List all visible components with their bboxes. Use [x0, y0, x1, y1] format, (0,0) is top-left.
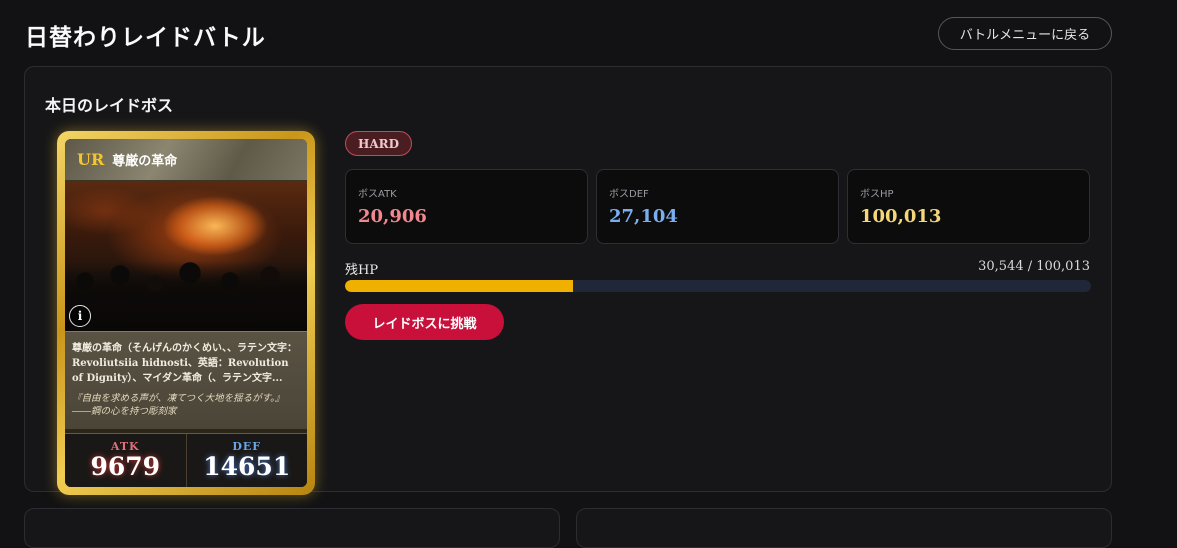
challenge-raid-boss-button[interactable]: レイドボスに挑戦: [345, 304, 504, 340]
boss-atk-value: 20,906: [358, 206, 427, 227]
card-stats: ATK 9679 DEF 14651: [65, 433, 307, 487]
boss-def-label: ボスDEF: [609, 189, 649, 200]
card-atk-stat: ATK 9679: [65, 434, 186, 487]
lower-panel-left: [24, 508, 560, 548]
boss-hp-value: 100,013: [860, 206, 942, 227]
boss-atk-label: ボスATK: [358, 189, 397, 200]
page-title: 日替わりレイドバトル: [25, 24, 266, 51]
card-name: 尊厳の革命: [112, 154, 178, 169]
remaining-hp-value: 30,544 / 100,013: [978, 259, 1090, 274]
card-artwork-crowd: [65, 261, 307, 331]
card-artwork: i: [65, 181, 307, 331]
lower-panel-right: [576, 508, 1112, 548]
hp-bar-fill: [345, 280, 573, 292]
section-title: 本日のレイドボス: [45, 96, 174, 115]
card-def-stat: DEF 14651: [185, 434, 308, 487]
card-flavor-text: 『自由を求める声が、凍てつく大地を揺るがす。』――鋼の心を持つ彫刻家: [72, 393, 285, 417]
back-to-battle-menu-button[interactable]: バトルメニューに戻る: [938, 17, 1112, 50]
boss-card[interactable]: UR 尊厳の革命 i 尊厳の革命（そんげんのかくめい、、ラテン文字：Revoli…: [57, 131, 315, 495]
card-header: UR 尊厳の革命: [65, 139, 307, 181]
hp-bar: [345, 280, 1091, 292]
boss-def-box: ボスDEF 27,104: [596, 169, 839, 244]
remaining-hp-label: 残HP: [345, 263, 379, 278]
card-description: 尊厳の革命（そんげんのかくめい、、ラテン文字：Revoliutsiia hidn…: [72, 343, 297, 384]
boss-hp-label: ボスHP: [860, 189, 894, 200]
card-def-value: 14651: [203, 452, 291, 481]
raid-boss-panel: 本日のレイドボス UR 尊厳の革命 i 尊厳の革命（そんげんのかくめい、、ラテン…: [24, 66, 1112, 495]
difficulty-badge: HARD: [345, 131, 413, 156]
boss-atk-box: ボスATK 20,906: [345, 169, 588, 244]
card-atk-value: 9679: [90, 452, 161, 481]
card-inner: UR 尊厳の革命 i 尊厳の革命（そんげんのかくめい、、ラテン文字：Revoli…: [65, 139, 307, 487]
info-icon[interactable]: i: [69, 305, 91, 327]
boss-hp-box: ボスHP 100,013: [847, 169, 1090, 244]
card-description-box: 尊厳の革命（そんげんのかくめい、、ラテン文字：Revoliutsiia hidn…: [65, 331, 307, 429]
card-rarity: UR: [77, 150, 105, 169]
boss-def-value: 27,104: [609, 206, 678, 227]
